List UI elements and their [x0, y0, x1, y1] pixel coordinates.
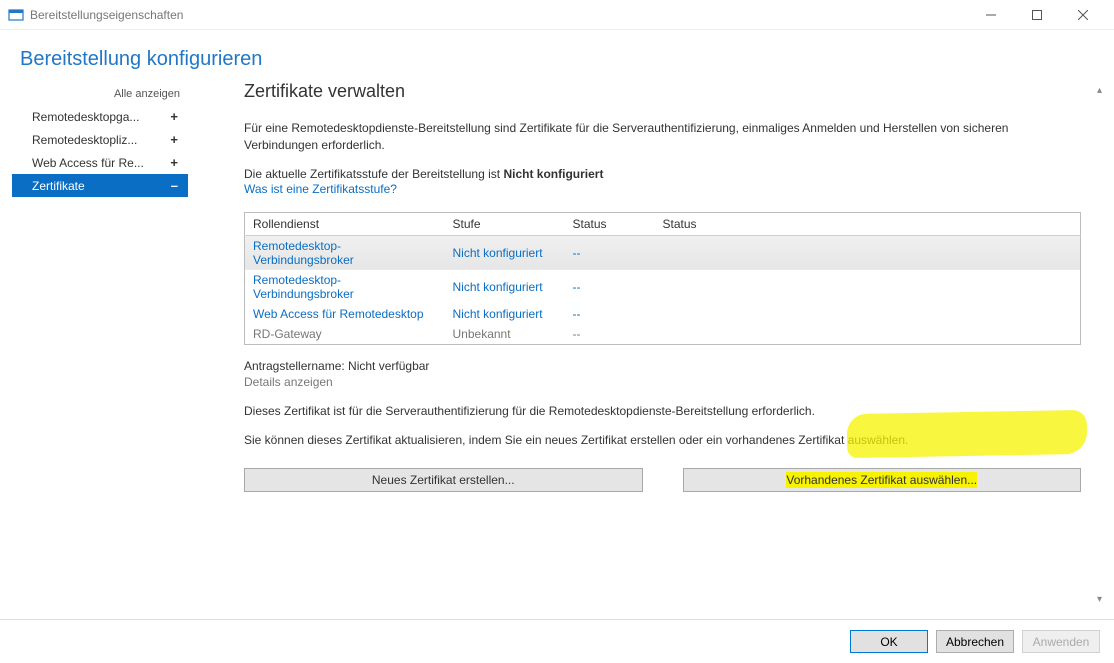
- cell-s1: --: [565, 235, 655, 270]
- sidebar-item-certificates[interactable]: Zertifikate –: [12, 174, 188, 197]
- cell-level: Nicht konfiguriert: [445, 235, 565, 270]
- cell-s1: --: [565, 324, 655, 345]
- cell-role: Web Access für Remotedesktop: [245, 304, 445, 324]
- select-existing-certificate-button[interactable]: Vorhandenes Zertifikat auswählen...: [683, 468, 1082, 492]
- what-is-cert-level-link[interactable]: Was ist eine Zertifikatsstufe?: [244, 182, 1081, 196]
- col-level[interactable]: Stufe: [445, 212, 565, 235]
- minimize-button[interactable]: [968, 0, 1014, 30]
- intro-text: Für eine Remotedesktopdienste-Bereitstel…: [244, 120, 1081, 155]
- page-header: Bereitstellung konfigurieren: [0, 30, 1114, 81]
- col-status1[interactable]: Status: [565, 212, 655, 235]
- sidebar-item-label: Web Access für Re...: [32, 156, 144, 170]
- apply-button[interactable]: Anwenden: [1022, 630, 1100, 653]
- col-role[interactable]: Rollendienst: [245, 212, 445, 235]
- app-icon: [8, 7, 24, 23]
- cell-s1: --: [565, 304, 655, 324]
- table-row[interactable]: RD-Gateway Unbekannt --: [245, 324, 1081, 345]
- expand-icon: +: [170, 132, 178, 147]
- cell-level: Nicht konfiguriert: [445, 304, 565, 324]
- details-link[interactable]: Details anzeigen: [244, 375, 1081, 389]
- sidebar-item-web-access[interactable]: Web Access für Re... +: [12, 151, 188, 174]
- vertical-scrollbar[interactable]: ▴ ▾: [1091, 81, 1108, 609]
- level-value: Nicht konfiguriert: [503, 167, 603, 181]
- sidebar-item-rd-licensing[interactable]: Remotedesktopliz... +: [12, 128, 188, 151]
- sidebar-item-rd-gateway[interactable]: Remotedesktopga... +: [12, 105, 188, 128]
- expand-icon: +: [170, 155, 178, 170]
- window-controls: [968, 0, 1106, 30]
- sidebar-item-label: Zertifikate: [32, 179, 85, 193]
- titlebar: Bereitstellungseigenschaften: [0, 0, 1114, 30]
- cell-s2: [655, 270, 1081, 304]
- sidebar-item-label: Remotedesktopliz...: [32, 133, 137, 147]
- scroll-up-icon[interactable]: ▴: [1092, 83, 1107, 98]
- table-row[interactable]: Web Access für Remotedesktop Nicht konfi…: [245, 304, 1081, 324]
- sidebar: Alle anzeigen Remotedesktopga... + Remot…: [12, 81, 188, 609]
- col-status2[interactable]: Status: [655, 212, 1081, 235]
- body: Alle anzeigen Remotedesktopga... + Remot…: [0, 81, 1114, 619]
- show-all-link[interactable]: Alle anzeigen: [12, 85, 188, 103]
- table-header-row: Rollendienst Stufe Status Status: [245, 212, 1081, 235]
- level-prefix: Die aktuelle Zertifikatsstufe der Bereit…: [244, 167, 503, 181]
- required-text: Dieses Zertifikat ist für die Serverauth…: [244, 403, 1081, 420]
- cell-role: RD-Gateway: [245, 324, 445, 345]
- maximize-button[interactable]: [1014, 0, 1060, 30]
- page-title: Bereitstellung konfigurieren: [20, 48, 1094, 71]
- new-certificate-button[interactable]: Neues Zertifikat erstellen...: [244, 468, 643, 492]
- close-button[interactable]: [1060, 0, 1106, 30]
- dialog-footer: OK Abbrechen Anwenden: [0, 619, 1114, 663]
- cell-s2: [655, 235, 1081, 270]
- cancel-button[interactable]: Abbrechen: [936, 630, 1014, 653]
- cell-role: Remotedesktop-Verbindungsbroker: [245, 270, 445, 304]
- subject-name: Antragstellername: Nicht verfügbar: [244, 359, 1081, 373]
- cell-s2: [655, 324, 1081, 345]
- cert-level-status: Die aktuelle Zertifikatsstufe der Bereit…: [244, 167, 1081, 181]
- content-area: Zertifikate verwalten Für eine Remotedes…: [188, 81, 1091, 609]
- cell-level: Nicht konfiguriert: [445, 270, 565, 304]
- table-row[interactable]: Remotedesktop-Verbindungsbroker Nicht ko…: [245, 270, 1081, 304]
- button-label: Vorhandenes Zertifikat auswählen...: [786, 472, 977, 488]
- window-title: Bereitstellungseigenschaften: [30, 8, 968, 22]
- cert-button-row: Neues Zertifikat erstellen... Vorhandene…: [244, 468, 1081, 492]
- expand-icon: +: [170, 109, 178, 124]
- certificates-table: Rollendienst Stufe Status Status Remoted…: [244, 212, 1081, 345]
- ok-button[interactable]: OK: [850, 630, 928, 653]
- cell-role: Remotedesktop-Verbindungsbroker: [245, 235, 445, 270]
- cell-s2: [655, 304, 1081, 324]
- table-row[interactable]: Remotedesktop-Verbindungsbroker Nicht ko…: [245, 235, 1081, 270]
- collapse-icon: –: [171, 178, 178, 193]
- update-text: Sie können dieses Zertifikat aktualisier…: [244, 432, 1081, 449]
- sidebar-item-label: Remotedesktopga...: [32, 110, 139, 124]
- content-heading: Zertifikate verwalten: [244, 81, 1081, 102]
- scroll-down-icon[interactable]: ▾: [1092, 592, 1107, 607]
- cell-s1: --: [565, 270, 655, 304]
- cell-level: Unbekannt: [445, 324, 565, 345]
